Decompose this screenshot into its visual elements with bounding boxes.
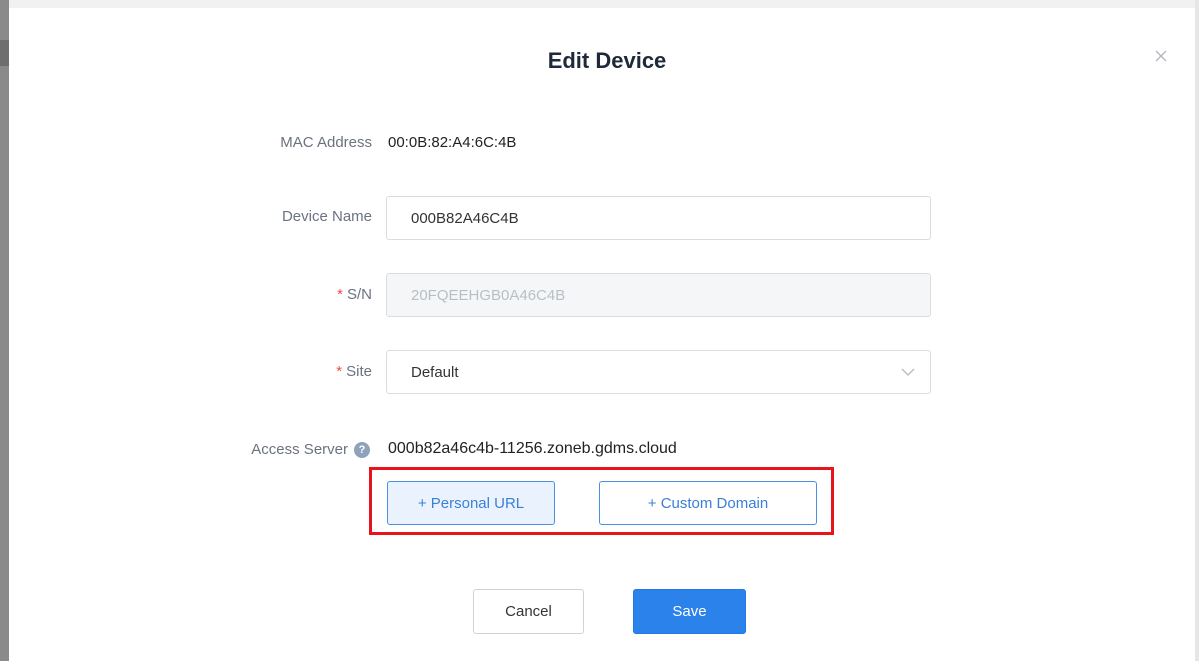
cancel-button[interactable]: Cancel [473, 589, 584, 634]
custom-domain-button[interactable]: + Custom Domain [599, 481, 817, 525]
backdrop-top [9, 0, 1195, 8]
backdrop-left [0, 0, 9, 661]
site-value: Default [411, 363, 459, 381]
backdrop-notch [0, 40, 9, 66]
sn-label: * S/N [337, 286, 372, 303]
required-mark: * [337, 286, 343, 303]
device-name-label: Device Name [281, 208, 372, 225]
access-server-value: 000b82a46c4b-11256.zoneb.gdms.cloud [388, 440, 677, 457]
required-mark: * [336, 363, 343, 380]
close-icon[interactable] [1150, 45, 1172, 67]
backdrop-right [1195, 0, 1199, 661]
question-icon[interactable]: ? [354, 442, 370, 458]
mac-address-value: 00:0B:82:A4:6C:4B [388, 134, 517, 151]
device-name-input[interactable]: 000B82A46C4B [386, 196, 931, 240]
chevron-down-icon [901, 368, 915, 376]
device-name-value: 000B82A46C4B [411, 209, 519, 227]
site-label: * Site [336, 363, 372, 380]
sn-value: 20FQEEHGB0A46C4B [411, 286, 566, 304]
site-select[interactable]: Default [386, 350, 931, 394]
sn-input: 20FQEEHGB0A46C4B [386, 273, 931, 317]
personal-url-button[interactable]: + Personal URL [387, 481, 555, 525]
dialog-title: Edit Device [547, 48, 667, 73]
mac-address-label: MAC Address [280, 134, 372, 151]
edit-device-dialog: Edit Device MAC Address 00:0B:82:A4:6C:4… [24, 8, 1190, 661]
save-button[interactable]: Save [633, 589, 746, 634]
access-server-label: Access Server [251, 441, 348, 458]
